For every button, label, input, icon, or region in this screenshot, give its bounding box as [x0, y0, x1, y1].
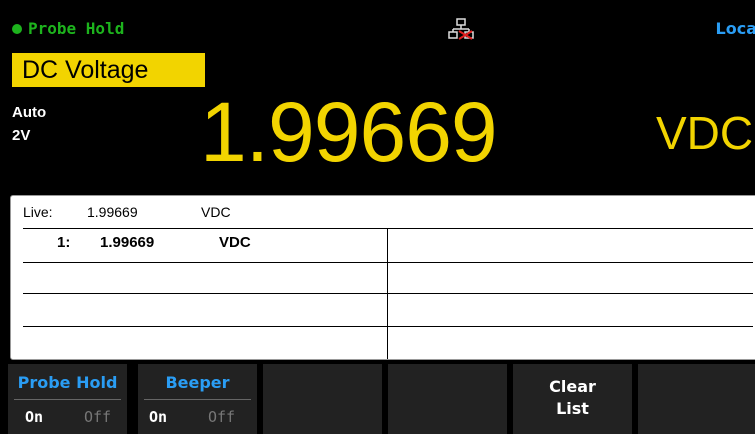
list-item-value: 1.99669: [100, 234, 155, 251]
range-mode: Auto: [12, 104, 47, 121]
list-item-unit: VDC: [219, 234, 251, 251]
network-icon: [448, 18, 474, 40]
softkey-bar: Probe Hold On Off Beeper On Off Clear Lis…: [0, 364, 755, 434]
probe-hold-off-option: Off: [84, 408, 112, 426]
clear-list-label: Clear List: [513, 376, 632, 420]
empty-softkey-6[interactable]: [638, 364, 755, 434]
list-divider: [23, 293, 753, 294]
reading-list: Live: 1.99669 VDC 1: 1.99669 VDC: [10, 195, 755, 360]
main-reading: 1.99669: [200, 85, 498, 179]
list-item: 1: 1.99669 VDC: [57, 234, 251, 251]
beeper-on-option: On: [149, 408, 168, 426]
live-unit: VDC: [201, 204, 231, 220]
list-item-index: 1:: [57, 234, 71, 251]
softkey-separator: [14, 399, 121, 400]
live-label: Live:: [23, 204, 53, 220]
function-label: DC Voltage: [12, 53, 205, 87]
probe-hold-softkey[interactable]: Probe Hold On Off: [8, 364, 127, 434]
list-divider: [23, 326, 753, 327]
empty-softkey-3[interactable]: [263, 364, 382, 434]
live-value: 1.99669: [87, 204, 138, 220]
list-divider: [23, 262, 753, 263]
probe-hold-status-text: Probe Hold: [28, 19, 125, 38]
clear-list-softkey[interactable]: Clear List: [513, 364, 632, 434]
empty-softkey-4[interactable]: [388, 364, 507, 434]
probe-hold-status-icon: [12, 24, 22, 34]
clear-list-line2: List: [556, 399, 589, 418]
status-bar: Probe Hold Loca: [0, 0, 755, 42]
range-value: 2V: [12, 127, 31, 144]
list-column-divider: [387, 229, 388, 359]
clear-list-line1: Clear: [549, 377, 596, 396]
reading-unit: VDC: [656, 107, 754, 159]
softkey-title: Beeper: [165, 373, 230, 392]
remote-status: Loca: [715, 19, 755, 38]
softkey-title: Probe Hold: [17, 373, 118, 392]
beeper-off-option: Off: [208, 408, 236, 426]
softkey-separator: [144, 399, 251, 400]
list-divider: [23, 228, 753, 229]
probe-hold-on-option: On: [25, 408, 44, 426]
beeper-softkey[interactable]: Beeper On Off: [138, 364, 257, 434]
live-row: Live: 1.99669 VDC: [23, 204, 231, 220]
